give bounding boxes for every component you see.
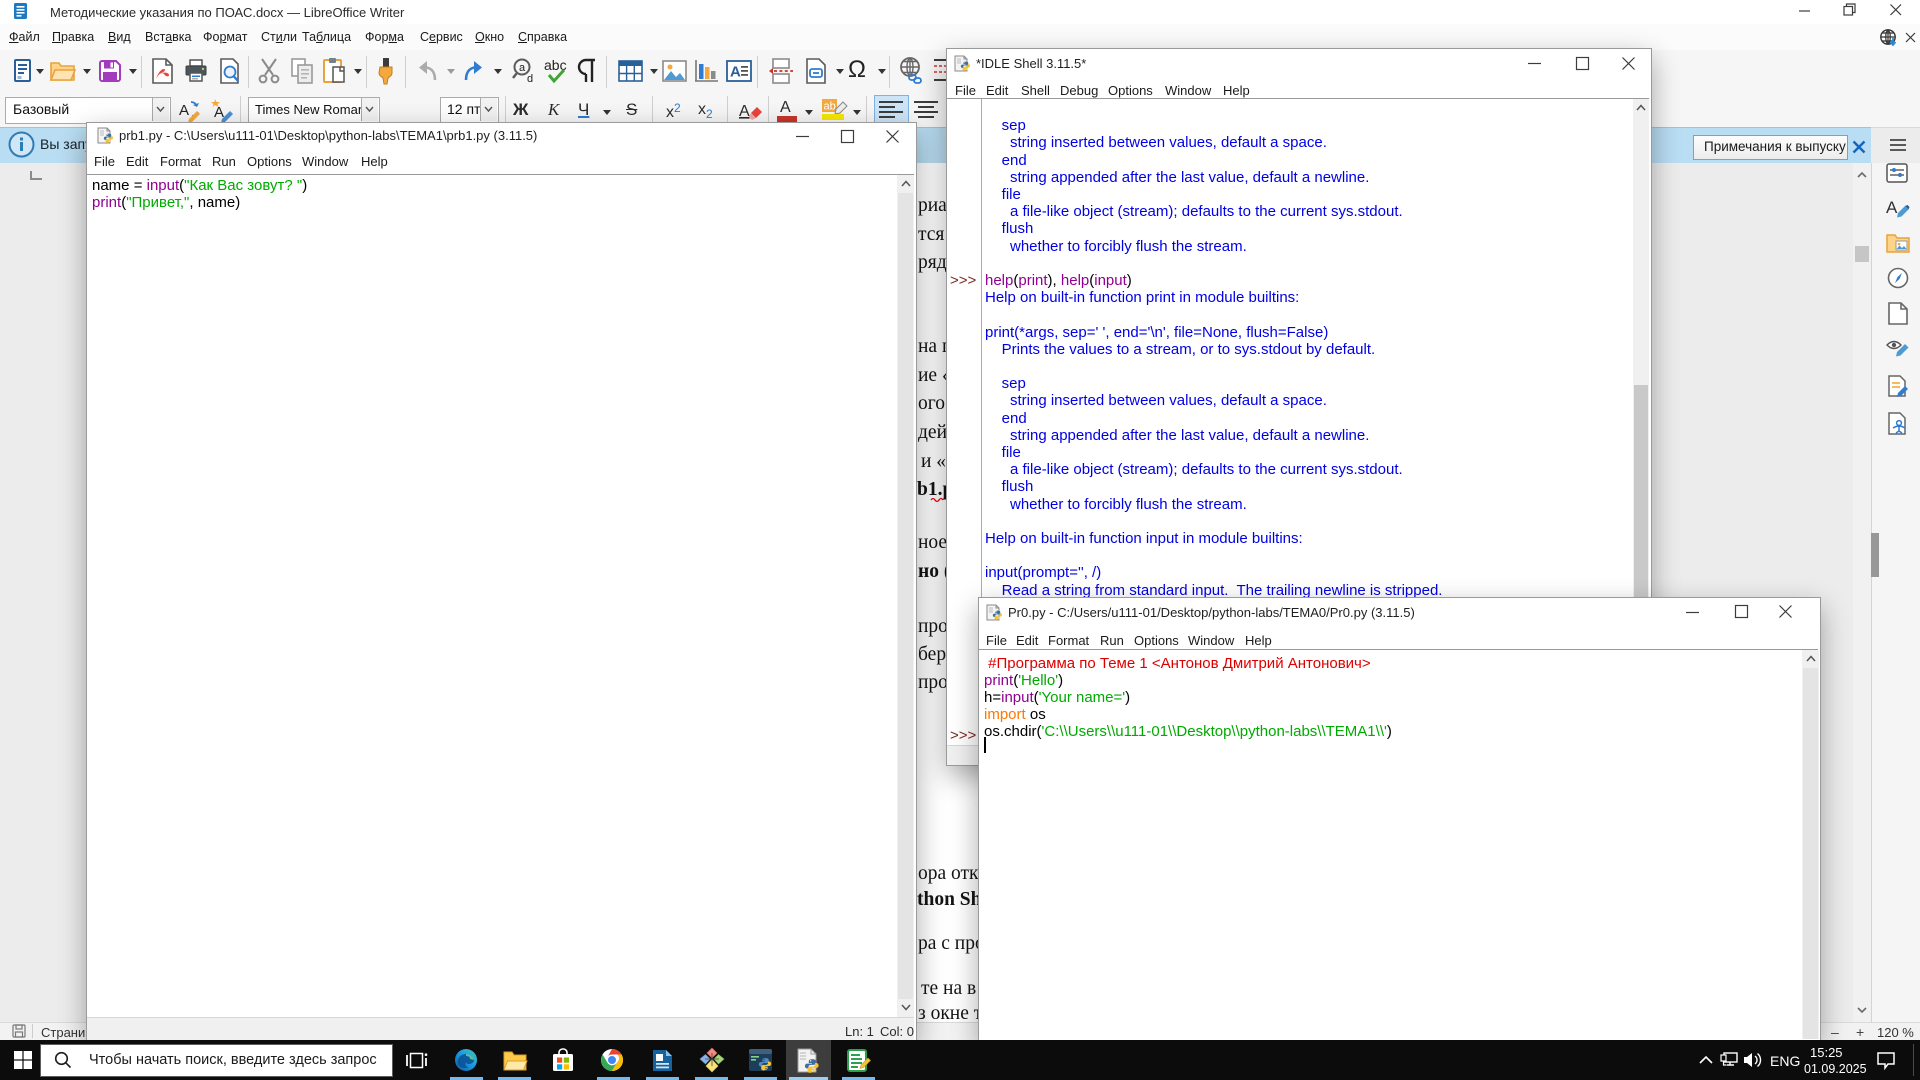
svg-text:ab: ab [824,101,836,113]
svg-text:A: A [730,64,741,81]
svg-text:A: A [179,102,189,119]
svg-text:A: A [214,104,224,121]
svg-text:d: d [527,73,533,85]
svg-text:A: A [1886,198,1898,217]
svg-text:A: A [739,103,750,120]
svg-text:a: a [519,62,526,74]
